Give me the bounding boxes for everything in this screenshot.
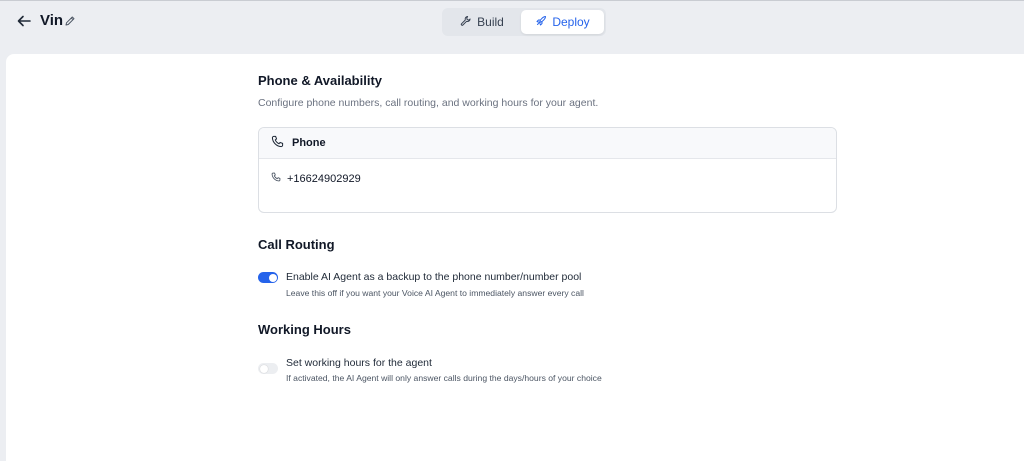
- section-title-call-routing: Call Routing: [258, 237, 335, 252]
- pencil-icon[interactable]: [64, 14, 76, 26]
- phone-number-row: +16624902929: [271, 172, 361, 185]
- working-hours-hint: If activated, the AI Agent will only ans…: [286, 373, 602, 383]
- agent-name: Vin: [40, 12, 64, 29]
- phone-icon: [271, 135, 284, 151]
- working-hours-toggle[interactable]: [258, 363, 278, 374]
- call-routing-label: Enable AI Agent as a backup to the phone…: [286, 271, 582, 283]
- section-subtitle: Configure phone numbers, call routing, a…: [258, 97, 599, 109]
- section-title-working-hours: Working Hours: [258, 322, 351, 337]
- tab-build-label: Build: [477, 15, 504, 29]
- call-routing-toggle[interactable]: [258, 272, 278, 283]
- top-bar: Vin Build Deploy: [0, 1, 1024, 41]
- toggle-knob: [259, 364, 268, 373]
- rocket-icon: [535, 15, 547, 30]
- section-title-phone-availability: Phone & Availability: [258, 73, 383, 88]
- phone-card-header: Phone: [259, 128, 836, 159]
- toggle-knob: [268, 273, 277, 282]
- phone-small-icon: [271, 172, 281, 185]
- back-arrow-icon[interactable]: [14, 12, 34, 30]
- phone-card-title: Phone: [292, 137, 326, 149]
- main-panel: Phone & Availability Configure phone num…: [6, 54, 1024, 461]
- mode-tabs: Build Deploy: [442, 8, 606, 36]
- working-hours-label: Set working hours for the agent: [286, 357, 432, 369]
- wrench-icon: [460, 15, 472, 30]
- tab-deploy-label: Deploy: [552, 15, 590, 29]
- tab-deploy[interactable]: Deploy: [521, 10, 604, 34]
- tab-build[interactable]: Build: [444, 10, 520, 34]
- phone-card: Phone +16624902929: [258, 127, 837, 213]
- call-routing-hint: Leave this off if you want your Voice AI…: [286, 288, 584, 298]
- phone-number: +16624902929: [287, 172, 361, 185]
